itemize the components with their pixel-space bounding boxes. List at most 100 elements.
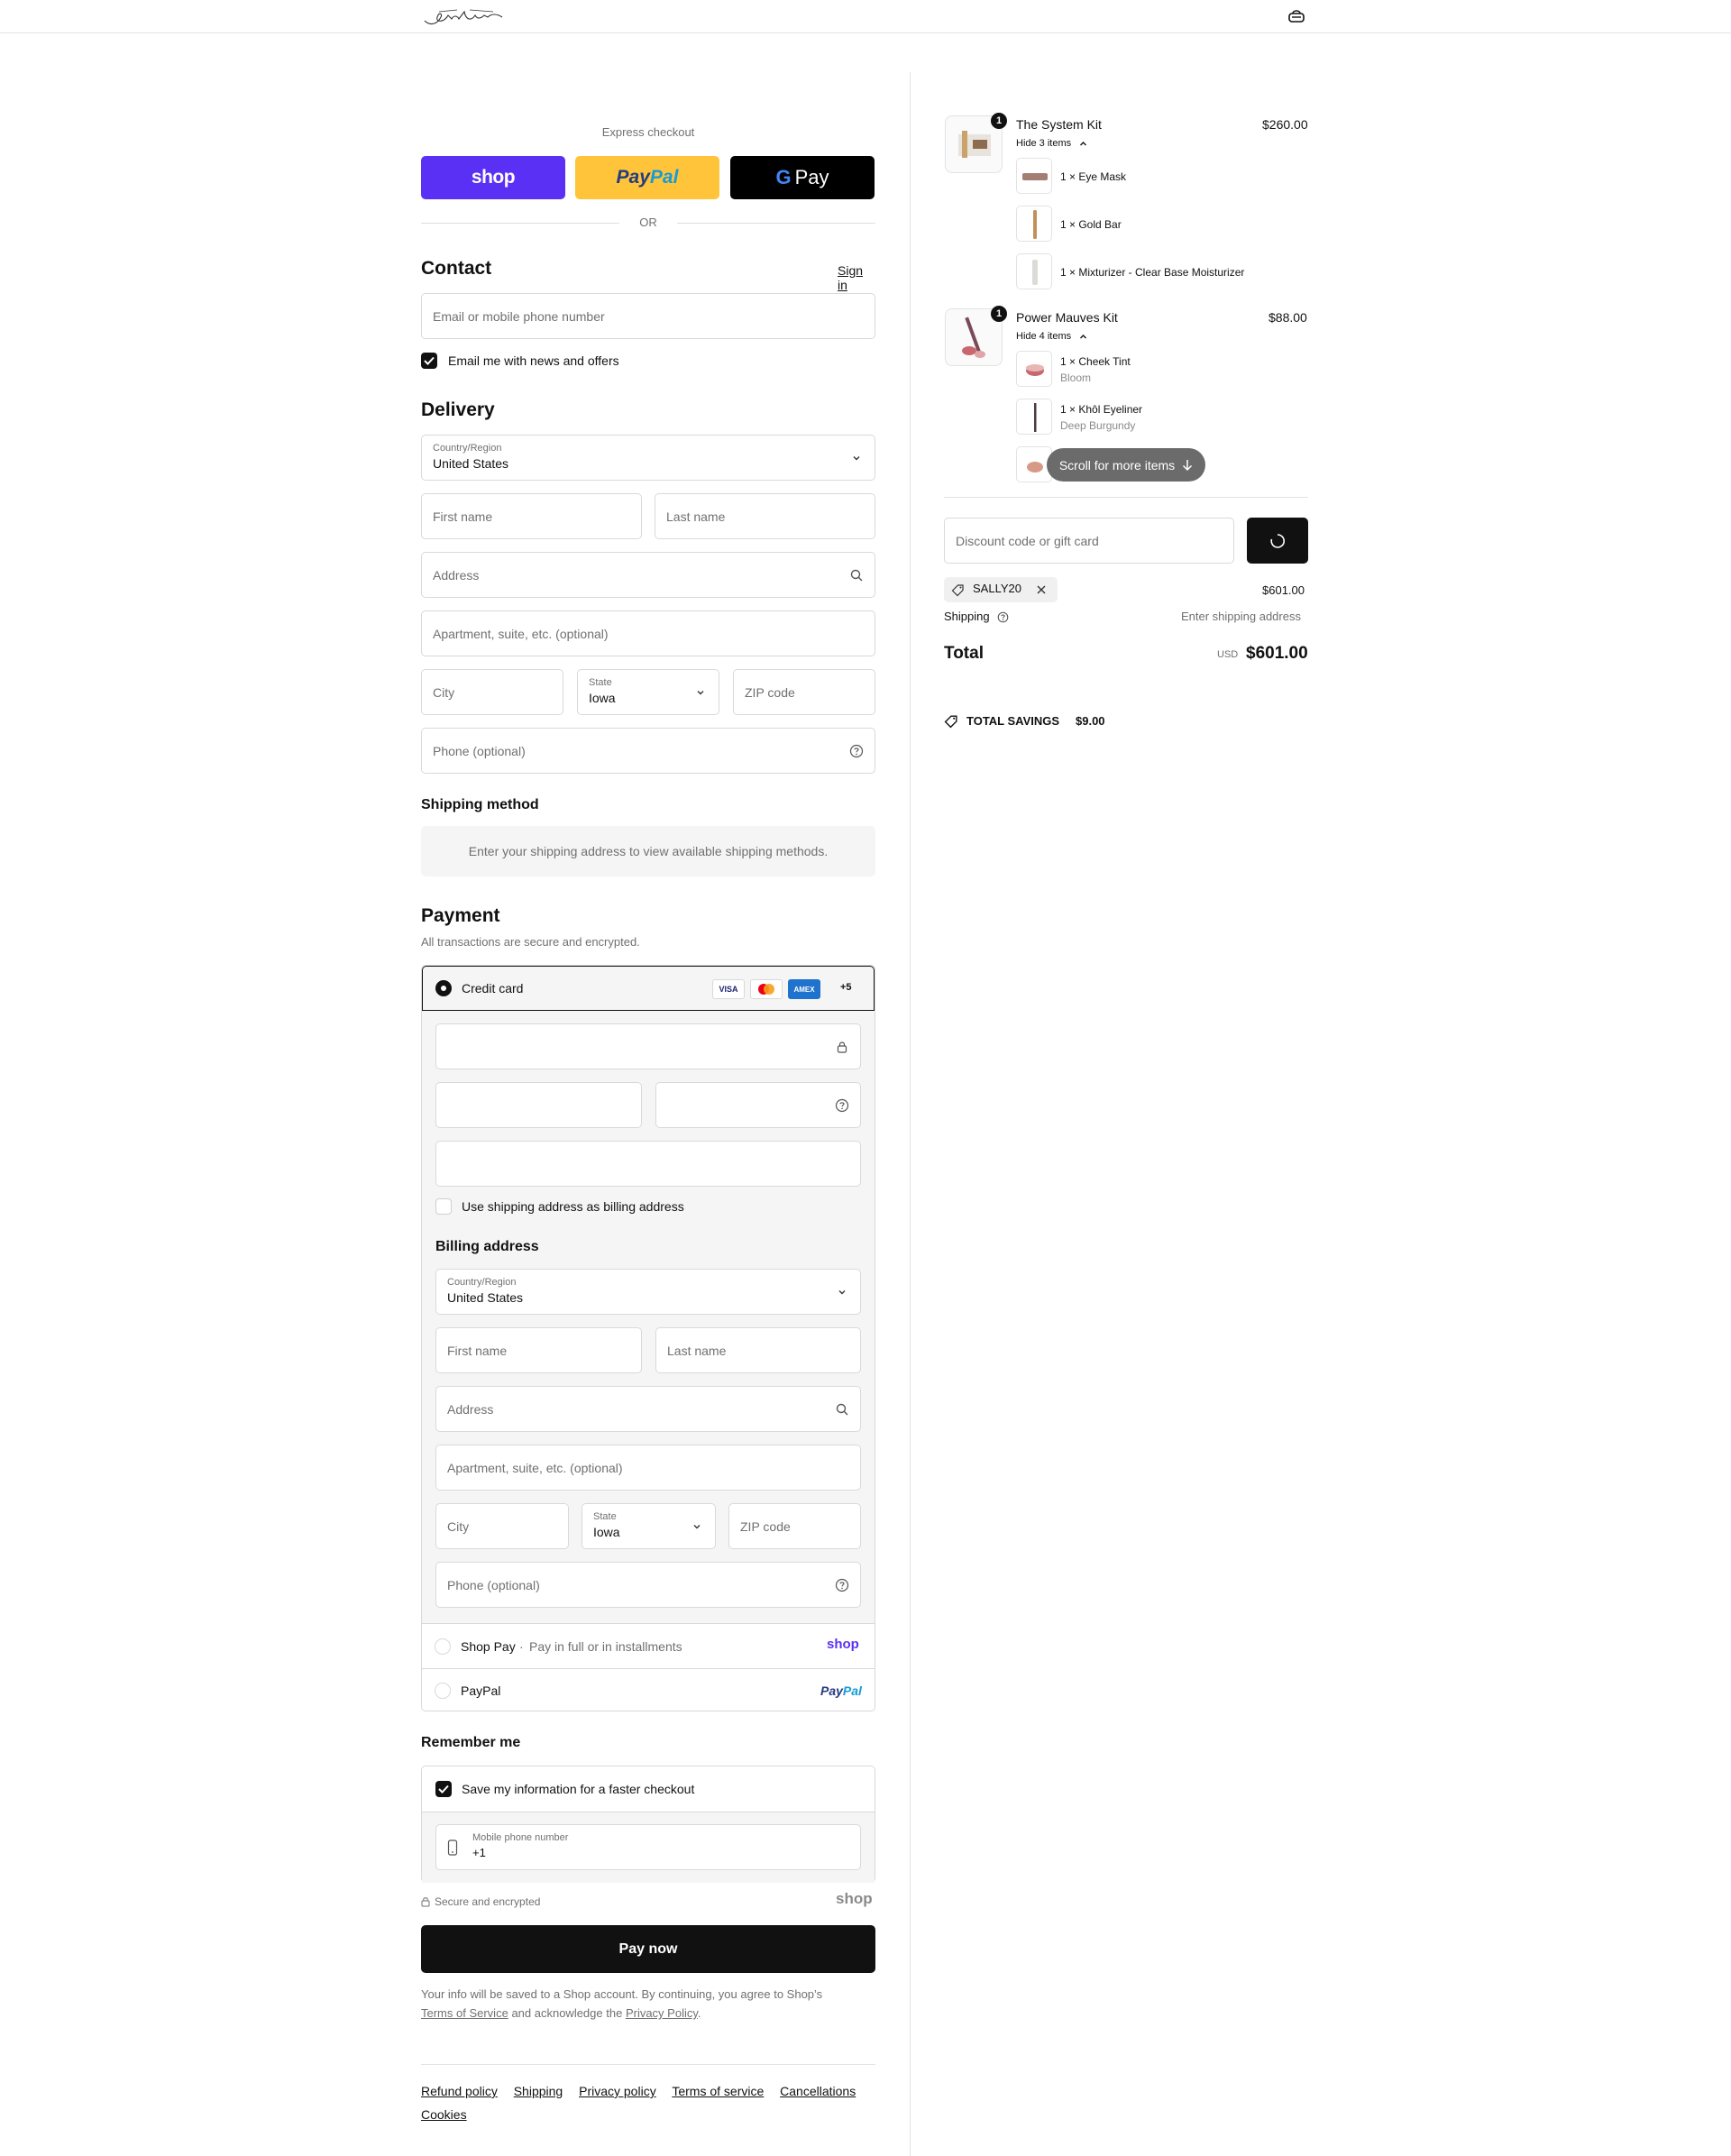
- billing-last-name-field[interactable]: Last name: [655, 1327, 861, 1373]
- billing-phone-field[interactable]: Phone (optional): [435, 1562, 861, 1608]
- billing-first-name-placeholder: First name: [447, 1343, 508, 1358]
- subitem-text: 1 × Khôl Eyeliner: [1060, 403, 1143, 416]
- help-icon[interactable]: [997, 611, 1009, 623]
- cancellations-link[interactable]: Cancellations: [780, 2084, 856, 2098]
- billing-first-name-field[interactable]: First name: [435, 1327, 642, 1373]
- hide-items-toggle[interactable]: Hide 4 items: [1016, 331, 1071, 342]
- billing-apartment-field[interactable]: Apartment, suite, etc. (optional): [435, 1445, 861, 1491]
- subitem-text: 1 × Cheek Tint: [1060, 355, 1131, 368]
- help-icon[interactable]: [835, 1098, 849, 1113]
- subitem-image: [1016, 399, 1052, 435]
- terms-of-service-link[interactable]: Terms of Service: [421, 2006, 508, 2020]
- search-icon: [836, 1403, 848, 1415]
- city-field[interactable]: City: [421, 669, 563, 715]
- state-label: State: [589, 677, 612, 688]
- shop-pay-express-button[interactable]: shop: [421, 156, 565, 199]
- mobile-phone-field[interactable]: Mobile phone number +1: [435, 1824, 861, 1870]
- expiration-field[interactable]: [435, 1082, 642, 1128]
- name-on-card-field[interactable]: [435, 1141, 861, 1187]
- refund-policy-link[interactable]: Refund policy: [421, 2084, 498, 2098]
- express-checkout-label: Express checkout: [601, 125, 695, 139]
- brand-logo[interactable]: [421, 5, 508, 28]
- column-divider: [910, 72, 911, 2156]
- shop-pay-option[interactable]: Shop Pay · Pay in full or in installment…: [422, 1624, 875, 1669]
- help-icon[interactable]: [835, 1578, 849, 1592]
- save-info-label: Save my information for a faster checkou…: [462, 1782, 695, 1796]
- billing-zip-field[interactable]: ZIP code: [728, 1503, 861, 1549]
- item-price: $260.00: [1262, 117, 1308, 132]
- phone-placeholder: Phone (optional): [433, 743, 526, 758]
- privacy-policy-footer-link[interactable]: Privacy policy: [579, 2084, 656, 2098]
- cookies-link[interactable]: Cookies: [421, 2107, 467, 2122]
- address-field[interactable]: Address: [421, 552, 875, 598]
- subitem-image: [1016, 253, 1052, 289]
- subitem-image: [1016, 158, 1052, 194]
- quantity-badge: 1: [991, 113, 1007, 129]
- help-icon[interactable]: [849, 744, 864, 758]
- item-name: Power Mauves Kit: [1016, 310, 1118, 325]
- chevron-down-icon: [838, 1289, 846, 1294]
- remember-me-heading: Remember me: [421, 1735, 521, 1750]
- applied-discount-code: SALLY20: [973, 582, 1021, 595]
- secure-label: Secure and encrypted: [435, 1895, 541, 1908]
- total-savings-value: $9.00: [1076, 714, 1105, 728]
- close-icon[interactable]: [1036, 584, 1047, 595]
- checkmark-icon: [438, 1784, 449, 1794]
- billing-state-select[interactable]: State Iowa: [582, 1503, 716, 1549]
- gpay-label: Pay: [794, 166, 829, 188]
- shipping-value: Enter shipping address: [1181, 610, 1301, 623]
- last-name-field[interactable]: Last name: [655, 493, 875, 539]
- bag-icon[interactable]: [1287, 9, 1305, 23]
- apply-discount-button[interactable]: [1247, 518, 1308, 564]
- paypal-radio[interactable]: [435, 1683, 451, 1699]
- billing-city-field[interactable]: City: [435, 1503, 569, 1549]
- contact-heading: Contact: [421, 258, 492, 279]
- billing-same-label: Use shipping address as billing address: [462, 1199, 684, 1214]
- phone-field[interactable]: Phone (optional): [421, 728, 875, 774]
- billing-same-checkbox[interactable]: [435, 1198, 452, 1215]
- paypal-express-button[interactable]: Pay Pal: [575, 156, 719, 199]
- billing-country-select[interactable]: Country/Region United States: [435, 1269, 861, 1315]
- paypal-option[interactable]: PayPal PayPal: [422, 1670, 875, 1711]
- currency-code: USD: [1217, 649, 1239, 660]
- credit-card-option[interactable]: Credit card VISA AMEX +5: [422, 966, 875, 1011]
- address-placeholder: Address: [433, 567, 480, 583]
- shop-logo: shop: [836, 1890, 873, 1907]
- applied-discount-chip: SALLY20: [944, 577, 1058, 602]
- card-number-field[interactable]: [435, 1023, 861, 1069]
- chevron-up-icon: [1080, 142, 1086, 146]
- discount-code-field[interactable]: Discount code or gift card: [944, 518, 1234, 564]
- privacy-policy-link[interactable]: Privacy Policy: [626, 2006, 698, 2020]
- pay-now-button[interactable]: Pay now: [421, 1925, 875, 1973]
- lock-icon: [421, 1897, 430, 1907]
- google-pay-express-button[interactable]: G Pay: [730, 156, 875, 199]
- newsletter-checkbox[interactable]: [421, 353, 437, 369]
- item-price: $88.00: [1268, 310, 1307, 325]
- save-info-checkbox[interactable]: [435, 1781, 452, 1797]
- zip-field[interactable]: ZIP code: [733, 669, 875, 715]
- shipping-link[interactable]: Shipping: [514, 2084, 563, 2098]
- shop-pay-logo: shop: [827, 1637, 859, 1652]
- billing-last-name-placeholder: Last name: [667, 1343, 727, 1358]
- total-value: $601.00: [1246, 644, 1308, 663]
- paypal-label: PayPal: [461, 1684, 501, 1698]
- country-select[interactable]: Country/Region United States: [421, 435, 875, 481]
- chevron-up-icon: [1080, 335, 1086, 339]
- billing-address-field[interactable]: Address: [435, 1386, 861, 1432]
- email-field[interactable]: Email or mobile phone number: [421, 293, 875, 339]
- first-name-field[interactable]: First name: [421, 493, 642, 539]
- hide-items-toggle[interactable]: Hide 3 items: [1016, 138, 1071, 149]
- legal-text-3: .: [697, 2006, 701, 2020]
- apartment-field[interactable]: Apartment, suite, etc. (optional): [421, 610, 875, 656]
- lock-icon: [837, 1041, 847, 1053]
- mastercard-icon: [750, 979, 783, 999]
- shop-pay-radio[interactable]: [435, 1638, 451, 1655]
- terms-of-service-footer-link[interactable]: Terms of service: [672, 2084, 764, 2098]
- paypal-logo-pay: Pay: [616, 167, 650, 188]
- security-code-field[interactable]: [655, 1082, 861, 1128]
- footer-divider: [421, 2064, 875, 2065]
- scroll-for-more-button[interactable]: Scroll for more items: [1047, 448, 1205, 482]
- sign-in-link[interactable]: Sign in: [838, 263, 875, 292]
- state-select[interactable]: State Iowa: [577, 669, 719, 715]
- credit-card-radio[interactable]: [435, 980, 452, 996]
